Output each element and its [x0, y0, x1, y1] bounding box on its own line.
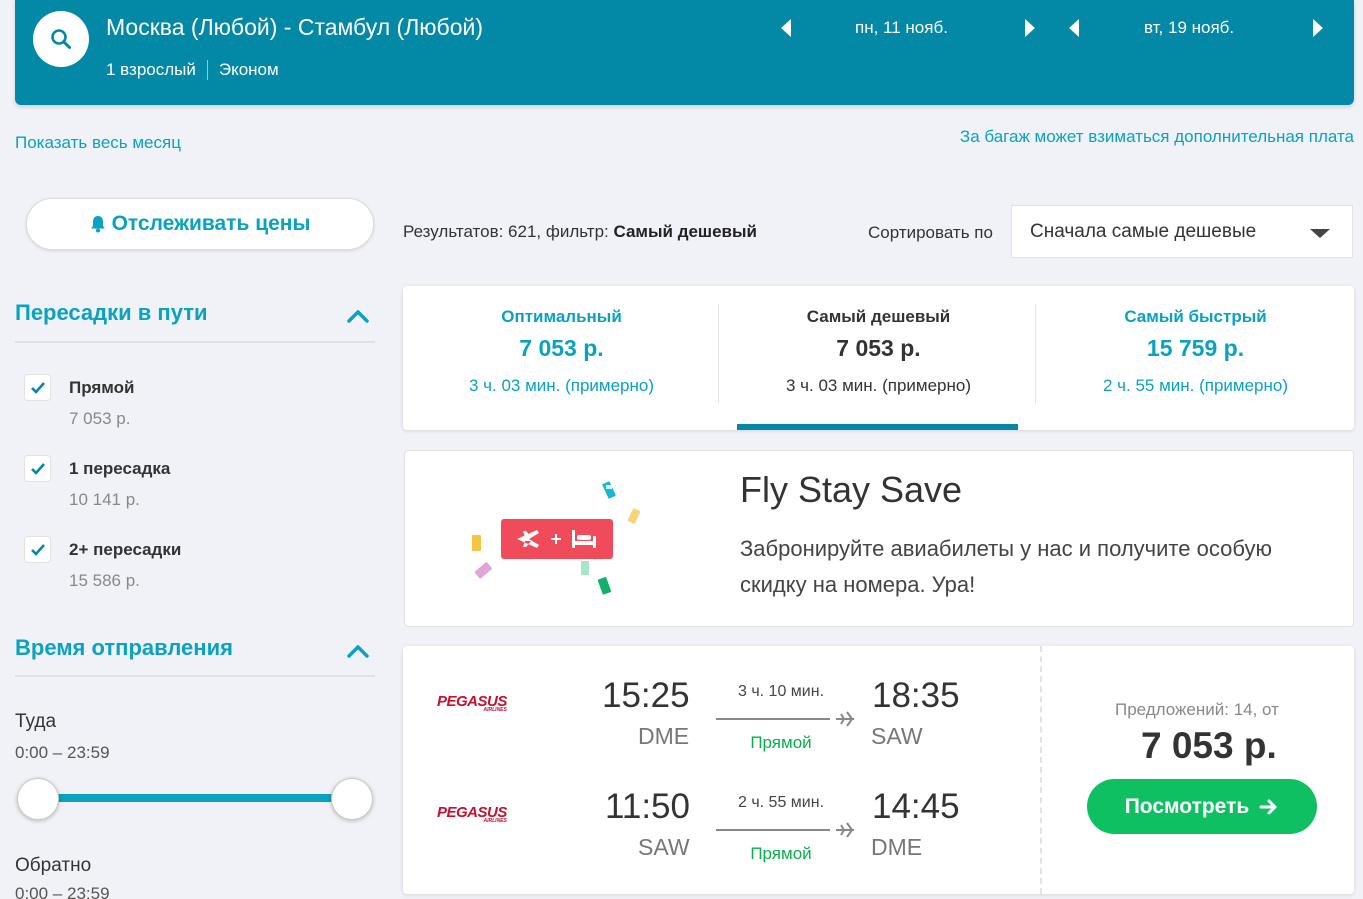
- tab-optimal[interactable]: Оптимальный 7 053 р. 3 ч. 03 мин. (приме…: [403, 286, 720, 430]
- track-prices-button[interactable]: Отслеживать цены: [26, 198, 374, 250]
- chevron-up-icon[interactable]: [346, 308, 370, 324]
- leg-duration: 3 ч. 10 мин.: [737, 683, 825, 700]
- sort-label: Сортировать по: [868, 223, 993, 242]
- tab-price: 7 053 р.: [836, 335, 921, 361]
- return-time-range: 0:00 – 23:59: [15, 884, 110, 899]
- results-count: Результатов: 621, фильтр: Самый дешевый: [403, 222, 757, 242]
- leg-line: [716, 718, 830, 720]
- search-summary-header[interactable]: Москва (Любой) - Стамбул (Любой) 1 взрос…: [15, 0, 1354, 105]
- departure-airport: DME: [638, 723, 690, 749]
- depart-prev-day-icon[interactable]: [781, 19, 791, 37]
- plane-plus-bed-icon: [472, 481, 641, 595]
- outbound-time-label: Туда: [15, 711, 57, 732]
- departure-time: 11:50: [605, 787, 690, 826]
- section-divider: [15, 341, 375, 343]
- checkmark-icon: [30, 382, 45, 394]
- tab-duration: 3 ч. 03 мин. (примерно): [785, 376, 972, 395]
- stops-option-label[interactable]: Прямой: [69, 378, 135, 398]
- arrival-time: 14:45: [872, 787, 960, 826]
- leg-duration: 2 ч. 55 мин.: [737, 794, 825, 811]
- search-icon: [51, 29, 71, 49]
- show-month-link[interactable]: Показать весь месяц: [15, 133, 181, 153]
- departure-time-filter-title[interactable]: Время отправления: [15, 635, 233, 661]
- return-prev-day-icon[interactable]: [1069, 19, 1079, 37]
- depart-date[interactable]: пн, 11 нояб.: [855, 18, 948, 38]
- stops-option-price: 10 141 р.: [69, 490, 140, 509]
- promo-title: Fly Stay Save: [740, 469, 963, 510]
- return-date[interactable]: вт, 19 нояб.: [1144, 18, 1234, 38]
- airline-logo: PEGASUS AIRLINES: [437, 804, 507, 824]
- promo-text: Забронируйте авиабилеты у нас и получите…: [740, 536, 1272, 597]
- arrival-airport: DME: [871, 834, 923, 860]
- flight-result-card[interactable]: PEGASUS AIRLINES 15:25 DME 3 ч. 10 мин. …: [403, 646, 1354, 894]
- outbound-time-slider-track[interactable]: [39, 794, 352, 802]
- stops-option-label[interactable]: 2+ пересадки: [69, 540, 181, 560]
- tab-divider: [718, 304, 719, 404]
- tab-price: 7 053 р.: [519, 335, 604, 361]
- stops-option-label[interactable]: 1 пересадка: [69, 459, 170, 479]
- tab-duration: 3 ч. 03 мин. (примерно): [468, 376, 655, 395]
- stops-two-plus-checkbox[interactable]: [24, 536, 51, 563]
- stops-filter-title[interactable]: Пересадки в пути: [15, 300, 208, 326]
- outbound-time-range: 0:00 – 23:59: [15, 743, 110, 762]
- arrival-airport: SAW: [871, 723, 923, 749]
- leg-line: [716, 829, 830, 831]
- depart-next-day-icon[interactable]: [1025, 19, 1035, 37]
- stops-option-price: 15 586 р.: [69, 571, 140, 590]
- active-tab-indicator: [737, 424, 1018, 430]
- fly-stay-save-banner[interactable]: Fly Stay Save Забронируйте авиабилеты у …: [404, 450, 1354, 627]
- sort-select[interactable]: Сначала самые дешевые: [1011, 205, 1353, 258]
- stops-one-checkbox[interactable]: [24, 455, 51, 482]
- tab-title: Самый дешевый: [806, 307, 951, 326]
- view-deal-button[interactable]: Посмотреть: [1087, 779, 1317, 834]
- sort-select-value: Сначала самые дешевые: [1030, 221, 1257, 242]
- tab-divider: [1035, 304, 1036, 404]
- baggage-fee-link[interactable]: За багаж может взиматься дополнительная …: [960, 127, 1354, 147]
- departure-airport: SAW: [638, 834, 690, 860]
- search-button[interactable]: [33, 11, 89, 67]
- track-prices-label: Отслеживать цены: [111, 212, 311, 235]
- leg-type: Прямой: [750, 733, 812, 752]
- chevron-down-icon: [1310, 229, 1330, 238]
- return-time-label: Обратно: [15, 855, 92, 876]
- arrival-time: 18:35: [872, 676, 960, 715]
- tab-title: Оптимальный: [501, 307, 622, 326]
- checkmark-icon: [30, 463, 45, 475]
- checkmark-icon: [30, 544, 45, 556]
- card-divider: [1040, 646, 1042, 894]
- plane-icon: [836, 711, 854, 727]
- chevron-up-icon[interactable]: [346, 643, 370, 659]
- stops-direct-checkbox[interactable]: [24, 374, 51, 401]
- passengers-label: 1 взрослый: [106, 60, 196, 79]
- tab-cheapest[interactable]: Самый дешевый 7 053 р. 3 ч. 03 мин. (при…: [720, 286, 1037, 430]
- offers-count: Предложений: 14, от: [1115, 700, 1279, 719]
- divider: [206, 60, 208, 80]
- slider-min-handle[interactable]: [17, 778, 59, 820]
- result-tabs: Оптимальный 7 053 р. 3 ч. 03 мин. (приме…: [403, 286, 1354, 430]
- departure-time: 15:25: [602, 676, 690, 715]
- bell-icon: [90, 216, 105, 233]
- view-deal-label: Посмотреть: [1124, 794, 1250, 818]
- plane-icon: [836, 822, 854, 838]
- passenger-cabin-summary[interactable]: 1 взрослый Эконом: [106, 60, 279, 80]
- results-filter-name: Самый дешевый: [613, 222, 757, 241]
- route-title[interactable]: Москва (Любой) - Стамбул (Любой): [106, 14, 483, 41]
- leg-type: Прямой: [750, 844, 812, 863]
- airline-logo: PEGASUS AIRLINES: [437, 693, 507, 713]
- tab-fastest[interactable]: Самый быстрый 15 759 р. 2 ч. 55 мин. (пр…: [1037, 286, 1354, 430]
- cabin-label: Эконом: [218, 60, 279, 79]
- section-divider: [15, 675, 375, 677]
- tab-price: 15 759 р.: [1146, 335, 1245, 361]
- stops-option-price: 7 053 р.: [69, 409, 131, 428]
- arrow-right-icon: [1259, 799, 1277, 814]
- flight-price: 7 053 р.: [1141, 725, 1277, 766]
- return-next-day-icon[interactable]: [1313, 19, 1323, 37]
- tab-duration: 2 ч. 55 мин. (примерно): [1102, 376, 1289, 395]
- slider-max-handle[interactable]: [331, 778, 373, 820]
- tab-title: Самый быстрый: [1124, 307, 1267, 326]
- results-count-text: Результатов: 621, фильтр:: [403, 222, 614, 241]
